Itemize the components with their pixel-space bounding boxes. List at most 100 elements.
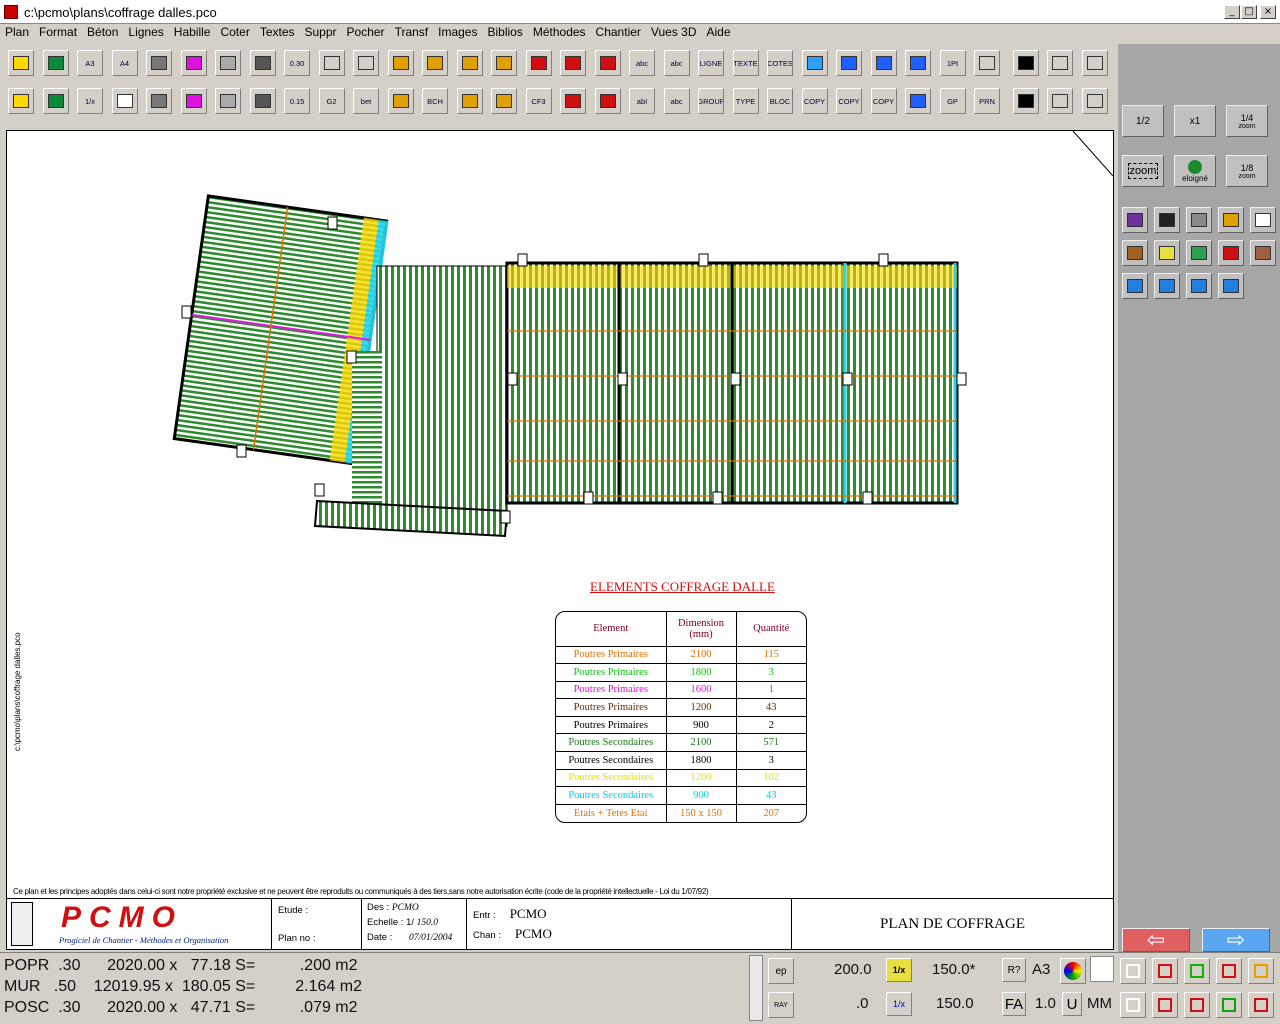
row1-tool-18[interactable]: abc [629,50,655,76]
row1-tool-17[interactable] [594,50,621,76]
side-tool-13[interactable] [1218,273,1244,299]
snap-tool-3[interactable] [1216,958,1242,984]
snap-tool-6[interactable] [1152,992,1178,1018]
side-tool-4[interactable] [1250,207,1276,233]
zoom-half-button[interactable]: 1/2 [1122,105,1164,137]
row2-tool-15[interactable]: CF3 [525,88,552,114]
row1-tool-21[interactable]: TEXTE [732,50,759,76]
row1-tool-14[interactable] [491,50,517,76]
row2-tool-29[interactable] [1012,88,1039,114]
menu-item-12[interactable]: Méthodes [528,24,591,40]
side-tool-11[interactable] [1154,273,1180,299]
row1-tool-28[interactable] [974,50,1000,76]
menu-item-6[interactable]: Textes [255,24,300,40]
close-button[interactable]: × [1260,5,1276,19]
side-tool-2[interactable] [1186,207,1212,233]
row2-tool-9[interactable]: G2 [318,88,345,114]
row1-tool-5[interactable] [180,50,207,76]
row1-tool-4[interactable] [146,50,172,76]
unit-button[interactable]: U [1062,992,1082,1016]
color-wheel-button[interactable] [1060,958,1086,984]
menu-item-5[interactable]: Coter [215,24,254,40]
side-tool-12[interactable] [1186,273,1212,299]
row1-tool-10[interactable] [353,50,379,76]
row2-tool-2[interactable]: 1/x [77,88,103,114]
menu-item-11[interactable]: Biblios [482,24,527,40]
row2-tool-6[interactable] [215,88,241,114]
row2-tool-23[interactable]: COPY [801,88,828,114]
info-scrollbar[interactable] [749,955,763,1021]
row1-tool-8[interactable]: 0.30 [284,50,310,76]
drawing-canvas[interactable]: c:\pcmo\plans\coffrage dalles.pco ELEMEN… [6,130,1114,950]
row2-tool-12[interactable]: BCH [422,88,448,114]
side-tool-6[interactable] [1154,240,1180,266]
row1-tool-24[interactable] [836,50,862,76]
menu-item-2[interactable]: Béton [82,24,123,40]
row1-tool-12[interactable] [422,50,448,76]
row2-tool-18[interactable]: abI [629,88,655,114]
fa-button[interactable]: FA [1002,992,1026,1016]
snap-tool-2[interactable] [1184,958,1210,984]
row1-tool-25[interactable] [870,50,897,76]
row1-tool-31[interactable] [1081,50,1108,76]
row1-tool-16[interactable] [560,50,586,76]
zoom-eighth-button[interactable]: 1/8 zoom [1226,155,1268,187]
row2-tool-14[interactable] [491,88,517,114]
row1-tool-11[interactable] [387,50,414,76]
row2-tool-22[interactable]: BLOC [767,88,793,114]
menu-item-7[interactable]: Suppr [300,24,342,40]
row2-tool-0[interactable] [8,88,34,114]
row2-tool-11[interactable] [387,88,414,114]
color-swatch[interactable] [1090,956,1114,982]
snap-tool-4[interactable] [1248,958,1274,984]
previous-arrow-button[interactable]: ⇦ [1122,927,1190,952]
menu-item-14[interactable]: Vues 3D [646,24,702,40]
side-tool-9[interactable] [1250,240,1276,266]
menu-item-13[interactable]: Chantier [591,24,646,40]
row2-tool-1[interactable] [42,88,69,114]
row2-tool-26[interactable] [905,88,931,114]
row2-tool-19[interactable]: abc [663,88,690,114]
row2-tool-17[interactable] [594,88,621,114]
row1-tool-1[interactable] [42,50,69,76]
side-tool-5[interactable] [1122,240,1148,266]
row2-tool-24[interactable]: COPY [836,88,862,114]
snap-tool-5[interactable] [1120,992,1146,1018]
menu-item-1[interactable]: Format [34,24,82,40]
inverse-button-2[interactable]: 1/x [886,992,912,1016]
row2-tool-20[interactable]: GROUP [698,88,724,114]
minimize-button[interactable]: _ [1224,5,1240,19]
menu-item-4[interactable]: Habille [169,24,216,40]
help-button[interactable]: R? [1002,958,1026,982]
ray-button[interactable]: RAY [768,992,794,1018]
next-arrow-button[interactable]: ⇨ [1202,927,1270,952]
row1-tool-26[interactable] [905,50,931,76]
row1-tool-3[interactable]: A4 [111,50,138,76]
snap-tool-8[interactable] [1216,992,1242,1018]
row2-tool-16[interactable] [560,88,586,114]
row1-tool-6[interactable] [215,50,241,76]
menu-item-10[interactable]: Images [433,24,482,40]
row2-tool-30[interactable] [1047,88,1073,114]
snap-tool-9[interactable] [1248,992,1274,1018]
row2-tool-13[interactable] [456,88,483,114]
menu-item-3[interactable]: Lignes [123,24,168,40]
snap-tool-1[interactable] [1152,958,1178,984]
row2-tool-25[interactable]: COPY [870,88,897,114]
row2-tool-27[interactable]: GP [939,88,966,114]
side-tool-3[interactable] [1218,207,1244,233]
row2-tool-3[interactable] [111,88,138,114]
side-tool-10[interactable] [1122,273,1148,299]
row1-tool-13[interactable] [456,50,483,76]
row2-tool-31[interactable] [1081,88,1108,114]
row1-tool-27[interactable]: 1Pt [939,50,966,76]
row2-tool-28[interactable]: PRN [974,88,1000,114]
row2-tool-10[interactable]: bet [353,88,379,114]
side-tool-7[interactable] [1186,240,1212,266]
menu-item-15[interactable]: Aide [702,24,736,40]
row1-tool-20[interactable]: LIGNE [698,50,724,76]
zoom-x1-button[interactable]: x1 [1174,105,1216,137]
row1-tool-7[interactable] [249,50,276,76]
row2-tool-8[interactable]: 0.15 [284,88,310,114]
row1-tool-15[interactable] [525,50,552,76]
